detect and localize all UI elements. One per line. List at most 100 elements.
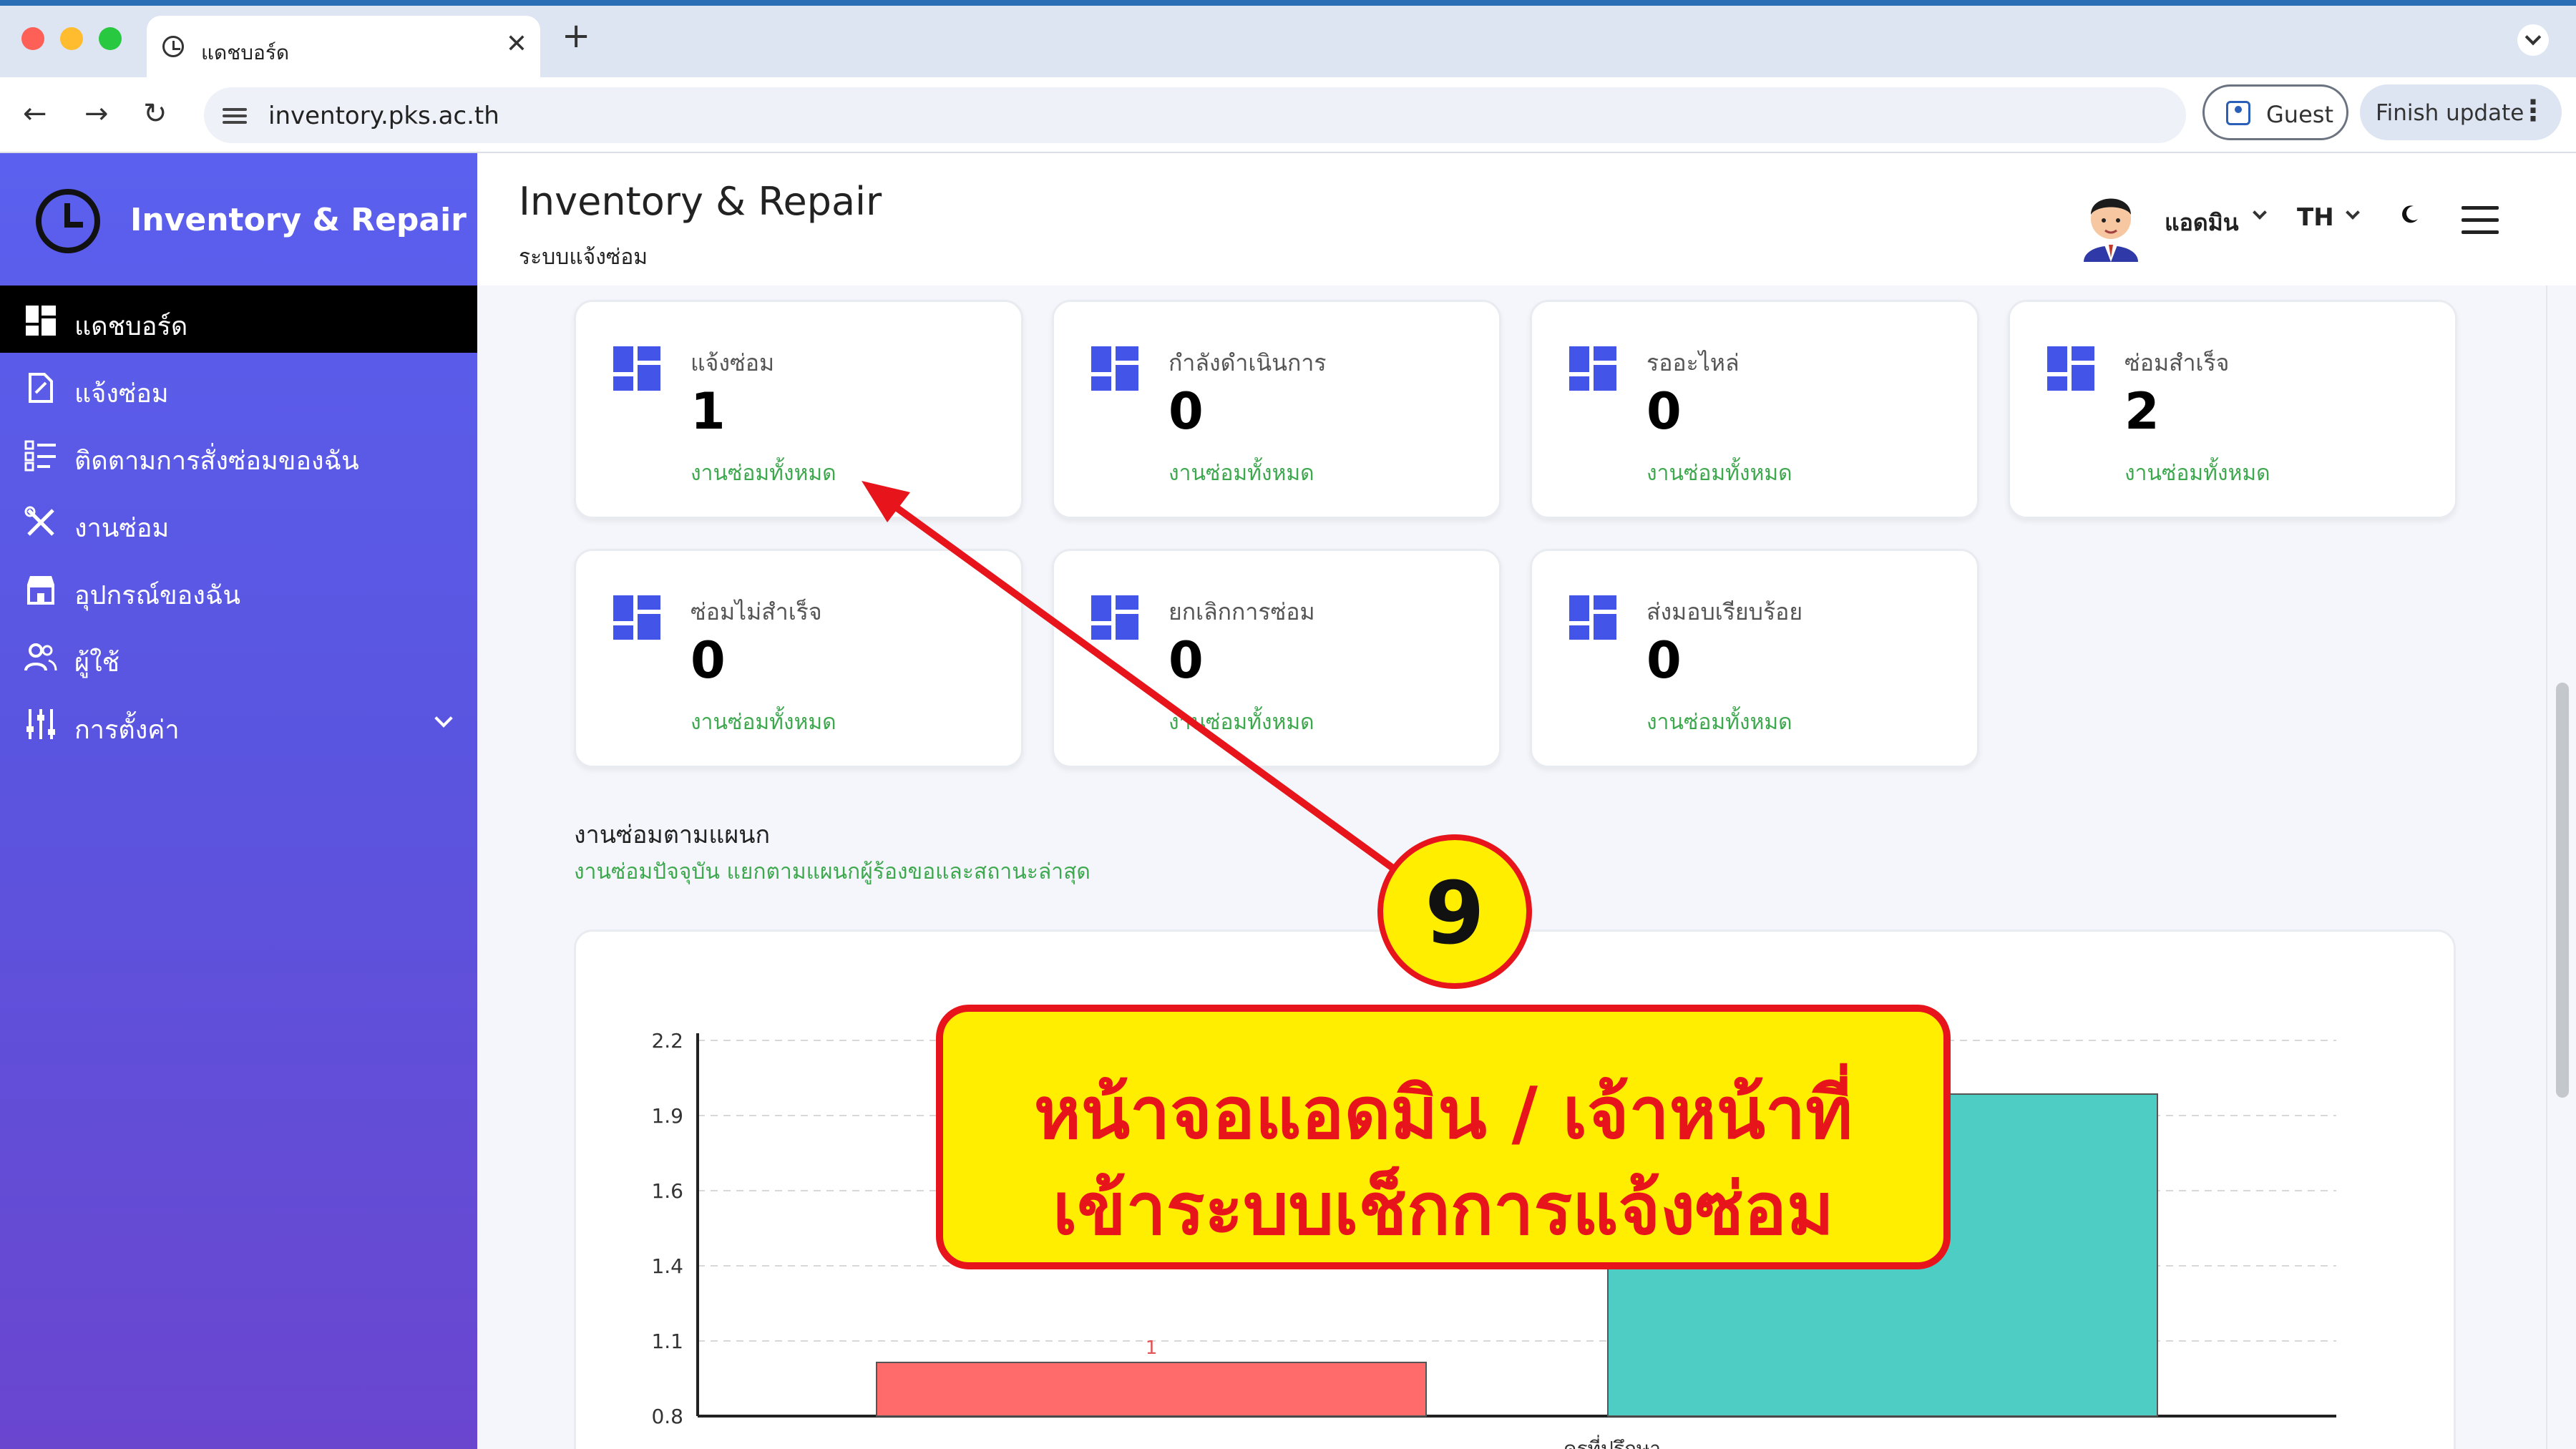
browser-tab-bar: แดชบอร์ด ✕ +: [0, 0, 2576, 77]
card-subtext: งานซ่อมทั้งหมด: [1646, 461, 1792, 486]
tracking-list-icon: [24, 440, 56, 472]
chart-bar: [876, 1362, 1427, 1417]
card-subtext: งานซ่อมทั้งหมด: [691, 461, 836, 486]
stat-card-report[interactable]: แจ้งซ่อม 1 งานซ่อมทั้งหมด: [574, 300, 1023, 519]
y-tick-label: 1.4: [651, 1254, 683, 1278]
sidebar-item-settings[interactable]: การตั้งค่า: [0, 689, 477, 756]
card-label: ส่งมอบเรียบร้อย: [1646, 598, 1803, 625]
chevron-down-icon[interactable]: [434, 709, 453, 728]
tab-search-chevron-icon[interactable]: [2517, 24, 2549, 56]
tab-title: แดชบอร์ด: [201, 41, 290, 64]
sidebar-item-label: อุปกรณ์ของฉัน: [74, 581, 240, 610]
report-repair-icon: [29, 373, 53, 403]
sidebar-item-label: การตั้งค่า: [74, 716, 180, 745]
profile-icon: [2226, 101, 2250, 125]
reload-button[interactable]: ↻: [143, 96, 167, 132]
y-tick-label: 1.6: [651, 1179, 683, 1203]
tools-icon: [24, 506, 54, 536]
tab-close-button[interactable]: ✕: [506, 31, 527, 57]
user-name[interactable]: แอดมิน: [2165, 205, 2239, 241]
window-minimize-button[interactable]: [60, 27, 83, 50]
scrollbar-thumb[interactable]: [2556, 683, 2569, 1098]
sidebar-item-label: ติดตามการสั่งซ่อมของฉัน: [74, 447, 359, 476]
new-tab-button[interactable]: +: [562, 19, 590, 53]
sidebar-item-label: งานซ่อม: [74, 514, 170, 543]
y-tick-label: 2.2: [651, 1029, 683, 1053]
stat-card-in-progress[interactable]: กำลังดำเนินการ 0 งานซ่อมทั้งหมด: [1052, 300, 1501, 519]
card-label: แจ้งซ่อม: [691, 349, 775, 376]
users-icon: [24, 643, 57, 671]
sidebar-item-report-repair[interactable]: แจ้งซ่อม: [0, 353, 477, 420]
finish-update-label: Finish update: [2376, 100, 2524, 126]
card-label: รออะไหล่: [1646, 349, 1740, 376]
dashboard-icon: [1569, 346, 1616, 391]
card-value: 0: [1169, 382, 1204, 441]
guest-profile-button[interactable]: Guest: [2202, 84, 2348, 140]
forward-button[interactable]: →: [84, 96, 109, 132]
hamburger-menu-icon[interactable]: [2462, 206, 2499, 235]
y-tick-label: 1.9: [651, 1104, 683, 1128]
card-label: กำลังดำเนินการ: [1169, 349, 1327, 376]
back-button[interactable]: ←: [23, 96, 47, 132]
site-settings-icon[interactable]: [223, 104, 247, 126]
card-subtext: งานซ่อมทั้งหมด: [691, 710, 836, 735]
finish-update-button[interactable]: Finish update ⋮: [2360, 84, 2562, 140]
stat-card-repair-failed[interactable]: ซ่อมไม่สำเร็จ 0 งานซ่อมทั้งหมด: [574, 549, 1023, 768]
sidebar-item-label: แดชบอร์ด: [74, 312, 188, 341]
card-label: ยกเลิกการซ่อม: [1169, 598, 1315, 625]
stat-card-waiting-parts[interactable]: รออะไหล่ 0 งานซ่อมทั้งหมด: [1530, 300, 1979, 519]
moon-icon[interactable]: [2399, 203, 2421, 225]
sidebar-item-my-equipment[interactable]: อุปกรณ์ของฉัน: [0, 555, 477, 622]
step-number: 9: [1425, 864, 1485, 964]
card-subtext: งานซ่อมทั้งหมด: [1646, 710, 1792, 735]
sliders-icon: [26, 709, 55, 739]
card-value: 0: [1169, 631, 1204, 690]
sidebar-item-label: ผู้ใช้: [74, 648, 120, 678]
guest-label: Guest: [2266, 101, 2333, 128]
address-bar: ← → ↻ inventory.pks.ac.th: [0, 77, 2576, 153]
section-title: งานซ่อมตามแผนก: [574, 821, 771, 849]
section-subtitle: งานซ่อมปัจจุบัน แยกตามแผนกผู้ร้องขอและสถ…: [574, 859, 1091, 884]
card-value: 2: [2124, 382, 2160, 441]
dashboard-icon: [613, 346, 660, 391]
y-tick-label: 0.8: [651, 1405, 683, 1428]
card-label: ซ่อมไม่สำเร็จ: [691, 598, 822, 625]
x-category-label: ครูที่ปรึกษา: [1563, 1435, 1661, 1449]
clock-icon: [162, 36, 184, 57]
card-value: 1: [691, 382, 726, 441]
chevron-down-icon[interactable]: [2253, 205, 2267, 220]
dashboard-icon: [26, 306, 56, 336]
bar-data-label: 1: [1146, 1337, 1158, 1359]
store-icon: [27, 576, 54, 605]
y-tick-label: 1.1: [651, 1330, 683, 1353]
stat-card-delivered[interactable]: ส่งมอบเรียบร้อย 0 งานซ่อมทั้งหมด: [1530, 549, 1979, 768]
avatar[interactable]: [2075, 183, 2147, 262]
sidebar-item-dashboard[interactable]: แดชบอร์ด: [0, 286, 477, 353]
dashboard-icon: [613, 595, 660, 640]
page-title: Inventory & Repair: [519, 179, 882, 224]
stat-card-cancelled[interactable]: ยกเลิกการซ่อม 0 งานซ่อมทั้งหมด: [1052, 549, 1501, 768]
card-value: 0: [1646, 382, 1682, 441]
window-zoom-button[interactable]: [99, 27, 122, 50]
url-input[interactable]: inventory.pks.ac.th: [204, 87, 2186, 143]
sidebar-item-tracking[interactable]: ติดตามการสั่งซ่อมของฉัน: [0, 420, 477, 487]
window-close-button[interactable]: [21, 27, 44, 50]
chevron-down-icon[interactable]: [2346, 205, 2360, 220]
page-subtitle: ระบบแจ้งซ่อม: [519, 245, 648, 270]
card-label: ซ่อมสำเร็จ: [2124, 349, 2230, 376]
card-subtext: งานซ่อมทั้งหมด: [1169, 461, 1314, 486]
stat-card-repair-success[interactable]: ซ่อมสำเร็จ 2 งานซ่อมทั้งหมด: [2008, 300, 2457, 519]
sidebar-item-label: แจ้งซ่อม: [74, 379, 169, 409]
more-menu-icon: ⋮: [2519, 94, 2547, 127]
brand[interactable]: Inventory & Repair: [0, 153, 477, 286]
main-header: Inventory & Repair ระบบแจ้งซ่อม แอดมิน T…: [477, 153, 2576, 286]
url-text: inventory.pks.ac.th: [268, 102, 499, 130]
language-selector[interactable]: TH: [2297, 203, 2334, 232]
card-value: 0: [691, 631, 726, 690]
dashboard-icon: [1091, 595, 1138, 640]
sidebar-item-repair-jobs[interactable]: งานซ่อม: [0, 487, 477, 555]
scrollbar[interactable]: [2546, 286, 2576, 1449]
sidebar-item-users[interactable]: ผู้ใช้: [0, 622, 477, 689]
dashboard-icon: [2047, 346, 2094, 391]
browser-tab[interactable]: แดชบอร์ด ✕: [147, 16, 540, 77]
